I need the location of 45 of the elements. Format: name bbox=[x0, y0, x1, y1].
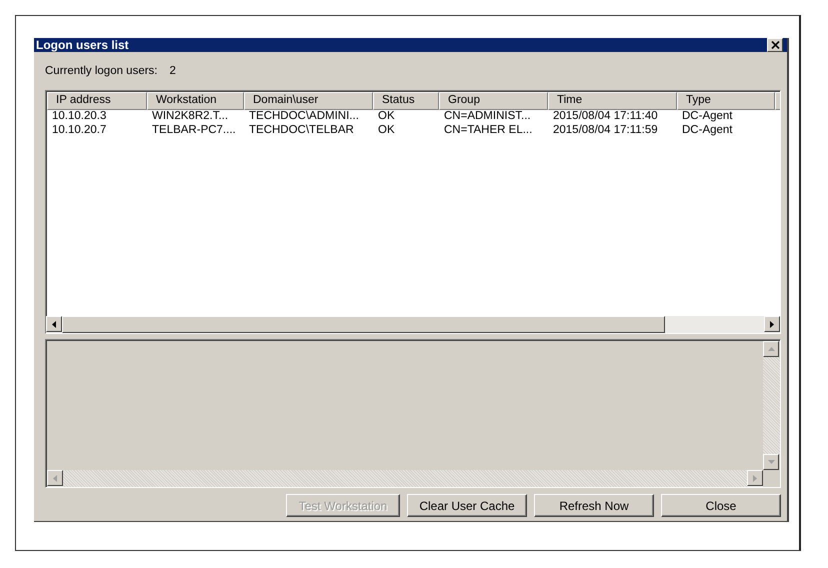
column-header[interactable]: Workstation bbox=[147, 92, 244, 110]
table-cell: DC-Agent bbox=[682, 124, 732, 136]
summary-label: Currently logon users: bbox=[45, 65, 158, 77]
vertical-scrollbar[interactable] bbox=[763, 341, 780, 470]
scroll-left-button[interactable] bbox=[46, 316, 62, 332]
table-cell: OK bbox=[378, 124, 395, 136]
table-cell: 10.10.20.3 bbox=[52, 110, 106, 122]
left-arrow-icon bbox=[53, 474, 57, 482]
left-arrow-icon bbox=[52, 320, 56, 328]
column-header[interactable]: Time bbox=[548, 92, 677, 110]
up-arrow-icon bbox=[768, 347, 774, 351]
table-cell: CN=ADMINIST... bbox=[444, 110, 531, 122]
dialog-button[interactable]: Refresh Now bbox=[534, 494, 654, 517]
table-cell: TECHDOC\ADMINI... bbox=[249, 110, 359, 122]
right-arrow-icon bbox=[770, 320, 774, 328]
column-header[interactable]: Domain\user bbox=[244, 92, 373, 110]
table-cell: TECHDOC\TELBAR bbox=[249, 124, 354, 136]
down-arrow-icon bbox=[768, 460, 774, 464]
table-cell: CN=TAHER EL... bbox=[444, 124, 532, 136]
right-arrow-icon bbox=[753, 474, 757, 482]
table-cell: 2015/08/04 17:11:40 bbox=[553, 110, 658, 122]
horizontal-scrollbar[interactable] bbox=[46, 316, 780, 333]
column-header[interactable]: Status bbox=[373, 92, 439, 110]
close-button[interactable] bbox=[767, 38, 783, 52]
dialog-button[interactable]: Close bbox=[661, 494, 781, 517]
user-count: 2 bbox=[170, 65, 176, 77]
table-cell: TELBAR-PC7.... bbox=[152, 124, 236, 136]
horizontal-scrollbar[interactable] bbox=[47, 470, 763, 487]
scroll-up-button[interactable] bbox=[763, 341, 779, 357]
table-cell: WIN2K8R2.T... bbox=[152, 110, 228, 122]
column-header[interactable]: IP address bbox=[47, 92, 147, 110]
close-icon bbox=[770, 41, 780, 49]
dialog-button[interactable]: Clear User Cache bbox=[407, 494, 527, 517]
table-cell: 2015/08/04 17:11:59 bbox=[553, 124, 658, 136]
scroll-right-button[interactable] bbox=[747, 470, 763, 486]
table-cell: OK bbox=[378, 110, 395, 122]
window-title: Logon users list bbox=[36, 38, 129, 52]
scroll-left-button[interactable] bbox=[47, 470, 63, 486]
table-cell: DC-Agent bbox=[682, 110, 732, 122]
scrollbar-thumb[interactable] bbox=[62, 316, 665, 333]
column-header[interactable]: Type bbox=[677, 92, 775, 110]
scroll-right-button[interactable] bbox=[764, 316, 780, 332]
column-header[interactable]: Group bbox=[439, 92, 548, 110]
scroll-down-button[interactable] bbox=[763, 454, 779, 470]
table-cell: 10.10.20.7 bbox=[52, 124, 106, 136]
